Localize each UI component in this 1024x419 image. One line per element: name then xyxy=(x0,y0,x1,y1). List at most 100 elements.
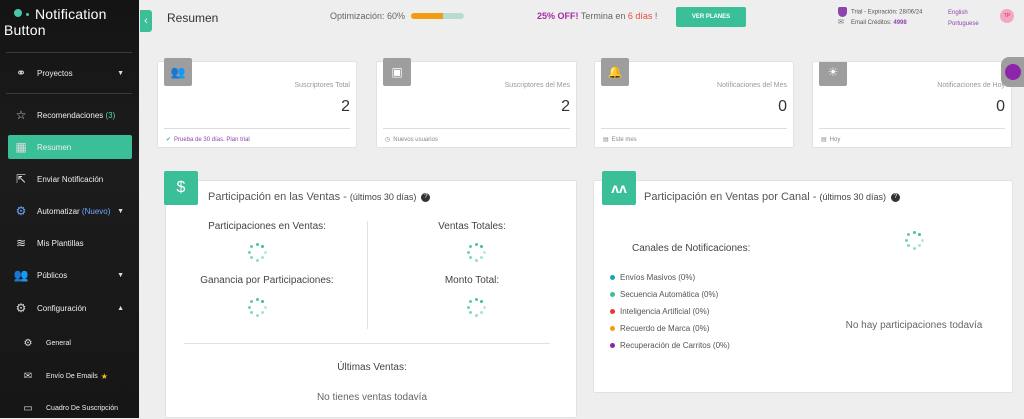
loading-spinner-icon xyxy=(466,242,486,262)
total-amount-label: Monto Total: xyxy=(444,275,500,286)
brand-name: Notification xyxy=(35,6,107,22)
optimization-progress-fill xyxy=(411,13,443,19)
stat-footer-text: Este mes xyxy=(611,137,637,143)
layers-icon: ≋ xyxy=(15,236,27,250)
stat-footer: ✔ Prueba de 30 días. Plan trial xyxy=(166,136,250,143)
legend-dot-icon xyxy=(610,292,615,297)
spinner-dot xyxy=(249,256,253,260)
sidebar-item-label: Proyectos xyxy=(37,68,73,78)
divider xyxy=(367,221,368,329)
stat-label: Suscriptores Total xyxy=(294,82,350,89)
theme-palette-button[interactable] xyxy=(1001,57,1024,87)
chart-logo-icon: ʌʌ xyxy=(602,171,636,205)
collapse-sidebar-button[interactable]: ‹ xyxy=(140,10,152,32)
spinner-dot xyxy=(468,299,472,303)
sidebar-item-label: Enviar Notificación xyxy=(37,174,104,184)
stat-label: Suscriptores del Mes xyxy=(504,82,570,89)
shield-check-icon: ✔ xyxy=(166,137,172,143)
page-title: Resumen xyxy=(167,11,219,25)
sidebar-item-proyectos[interactable]: ⚭ Proyectos ▼ xyxy=(8,61,132,85)
spinner-dot xyxy=(261,256,265,260)
sidebar-subitem-label: Envío De Emails xyxy=(46,372,98,380)
spinner-dot xyxy=(466,305,470,309)
email-credits-value: 4998 xyxy=(893,19,907,26)
clock-icon: ◷ xyxy=(385,137,391,143)
legend-item: Secuencia Automática (0%) xyxy=(610,286,730,303)
legend-item: Recuperación de Carritos (0%) xyxy=(610,337,730,354)
sidebar-subitem-cuadro-suscripcion[interactable]: ▭ Cuadro De Suscripción xyxy=(22,397,132,419)
last-sales-empty: No tienes ventas todavía xyxy=(316,392,428,403)
spinner-dot xyxy=(912,246,916,250)
help-icon[interactable]: ? xyxy=(421,192,431,202)
sidebar-item-enviar-notificacion[interactable]: ⇱ Enviar Notificación xyxy=(8,167,132,191)
spinner-dot xyxy=(255,313,259,317)
sidebar-item-label: Mis Plantillas xyxy=(37,238,84,248)
legend-title: Canales de Notificaciones: xyxy=(632,243,751,254)
dollar-icon: $ xyxy=(164,171,198,205)
sidebar-subitem-envio-emails[interactable]: ✉ Envío De Emails ★ xyxy=(22,365,132,387)
spinner-dot xyxy=(255,242,259,246)
stat-footer: ▤ Este mes xyxy=(603,136,637,143)
contact-icon: ▣ xyxy=(383,58,411,86)
gear-small-icon: ⚙ xyxy=(23,337,33,349)
view-plans-button[interactable]: VER PLANES xyxy=(676,7,746,27)
palette-icon xyxy=(1004,64,1021,80)
spinner-dot xyxy=(474,242,478,246)
language-english-link[interactable]: English xyxy=(948,8,979,19)
sidebar-item-mis-plantillas[interactable]: ≋ Mis Plantillas xyxy=(8,231,132,255)
logo-small-dot-icon xyxy=(26,13,29,16)
calendar-icon: ▤ xyxy=(821,137,827,143)
stat-footer: ◷ Nuevos usuarios xyxy=(385,136,438,143)
card-period: (últimos 30 días) xyxy=(349,192,417,202)
stat-value: 2 xyxy=(561,98,570,115)
optimization-status: Optimización: 60% xyxy=(330,11,465,21)
brand-logo[interactable]: Notification Button xyxy=(4,6,134,38)
sidebar-item-publicos[interactable]: 👥 Públicos ▼ xyxy=(8,263,132,287)
spinner-dot xyxy=(904,238,908,242)
stat-footer-text: Hoy xyxy=(829,137,841,143)
sidebar-subitem-label: General xyxy=(46,339,71,347)
language-portuguese-link[interactable]: Portuguese xyxy=(948,19,979,30)
spinner-dot xyxy=(249,244,253,248)
sidebar-subitem-label: Cuadro De Suscripción xyxy=(46,404,118,412)
stat-value: 0 xyxy=(778,98,787,115)
spinner-dot xyxy=(482,250,486,254)
sidebar-subitem-general[interactable]: ⚙ General xyxy=(22,332,132,354)
trial-expiration: Trial - Expiración: 28/06/24 xyxy=(851,9,923,16)
stat-value: 0 xyxy=(996,98,1005,115)
sidebar-item-label: Automatizar xyxy=(37,206,80,216)
chevron-down-icon: ▼ xyxy=(117,271,124,279)
loading-spinner-icon xyxy=(247,297,267,317)
table-grid-icon: ▦ xyxy=(15,140,27,154)
sidebar-item-configuracion[interactable]: ⚙ Configuración ▲ xyxy=(8,296,132,320)
channel-participation-card: ʌʌ Participación en Ventas por Canal - (… xyxy=(593,171,1013,393)
sun-icon: ☀ xyxy=(819,62,847,86)
legend-item: Inteligencia Artificial (0%) xyxy=(610,303,730,320)
help-icon[interactable]: ? xyxy=(891,192,901,202)
share-out-icon: ⇱ xyxy=(15,172,27,186)
last-sales-title: Últimas Ventas: xyxy=(337,362,407,373)
no-participations-text: No hay participaciones todavía xyxy=(845,320,983,331)
avatar[interactable]: TP xyxy=(1000,9,1014,23)
sidebar-item-automatizar[interactable]: ⚙ Automatizar (Nuevo) ▼ xyxy=(8,199,132,223)
spinner-dot xyxy=(247,305,251,309)
sidebar-item-label: Recomendaciones xyxy=(37,110,104,120)
bell-icon: 🔔 xyxy=(601,58,629,86)
divider xyxy=(819,128,1005,129)
spinner-dot xyxy=(482,305,486,309)
card-period: (últimos 30 días) xyxy=(819,192,887,202)
optimization-progress-bar xyxy=(411,13,465,19)
sales-participation-card: $ Participación en las Ventas - (últimos… xyxy=(164,171,577,418)
top-bar: Resumen Optimización: 60% 25% OFF! Termi… xyxy=(152,0,1024,38)
card-title-text: Participación en Ventas por Canal - xyxy=(644,191,820,203)
total-sales-label: Ventas Totales: xyxy=(438,221,506,232)
spinner-dot xyxy=(261,299,265,303)
legend-item: Envíos Masivos (0%) xyxy=(610,269,730,286)
sidebar-item-recomendaciones[interactable]: ☆ Recomendaciones (3) xyxy=(8,103,132,127)
spinner-dot xyxy=(263,250,267,254)
chevron-down-icon: ▼ xyxy=(117,69,124,77)
sidebar-item-resumen[interactable]: ▦ Resumen xyxy=(8,135,132,159)
sidebar-item-label: Resumen xyxy=(37,142,72,152)
spinner-dot xyxy=(474,297,478,301)
spinner-dot xyxy=(247,250,251,254)
